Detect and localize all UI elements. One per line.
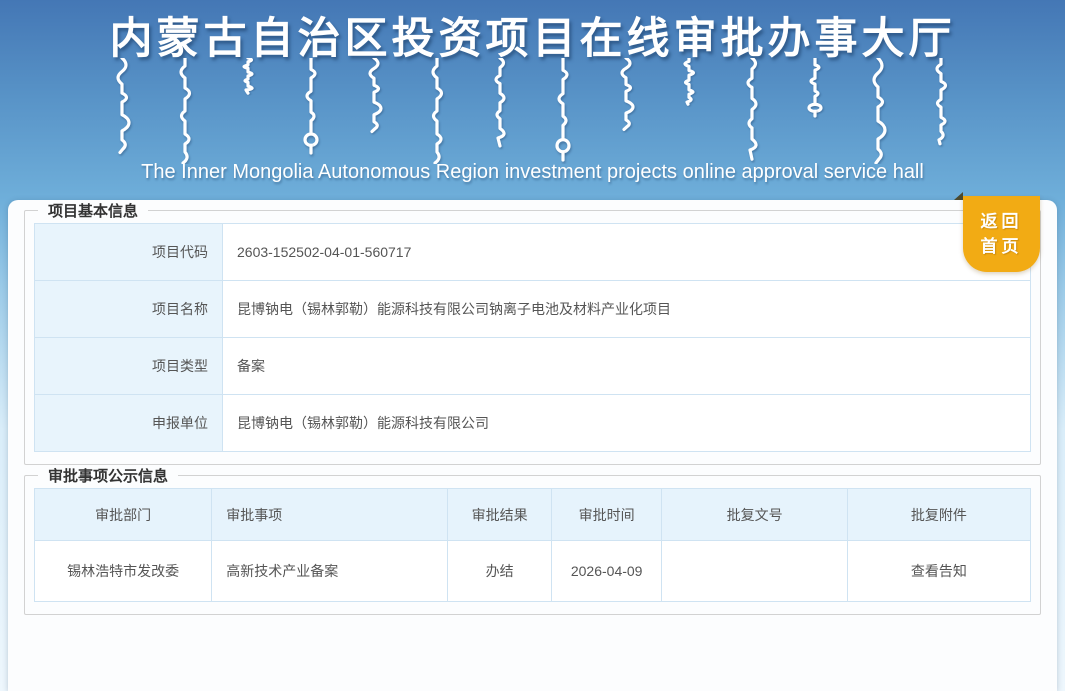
basic-info-section: 项目基本信息 项目代码 2603-152502-04-01-560717 项目名… — [24, 200, 1041, 465]
column-header-attachment: 批复附件 — [846, 488, 1032, 541]
cell-result: 办结 — [447, 540, 552, 602]
field-label-project-name: 项目名称 — [34, 280, 223, 338]
page-title: 内蒙古自治区投资项目在线审批办事大厅 — [109, 16, 956, 63]
cell-department: 锡林浩特市发改委 — [33, 540, 213, 602]
cell-time: 2026-04-09 — [550, 540, 663, 602]
table-row: 项目代码 2603-152502-04-01-560717 — [34, 223, 1031, 281]
field-label-project-type: 项目类型 — [34, 337, 223, 395]
field-value-project-type: 备案 — [222, 337, 1031, 395]
table-row: 项目类型 备案 — [34, 337, 1031, 395]
mongolian-script-icon — [0, 58, 1065, 164]
column-header-time: 审批时间 — [550, 488, 663, 541]
table-row: 项目名称 昆博钠电（锡林郭勒）能源科技有限公司钠离子电池及材料产业化项目 — [34, 280, 1031, 338]
mongolian-script-decoration — [0, 58, 1065, 164]
return-home-button[interactable]: 返回 首页 — [954, 192, 1040, 272]
column-header-result: 审批结果 — [447, 488, 552, 541]
field-label-declaring-unit: 申报单位 — [34, 394, 223, 452]
column-header-department: 审批部门 — [33, 488, 213, 541]
ribbon-fold-icon — [954, 192, 963, 200]
return-home-label-line1: 返回 — [980, 212, 1023, 231]
basic-info-table: 项目代码 2603-152502-04-01-560717 项目名称 昆博钠电（… — [34, 223, 1031, 452]
table-row: 锡林浩特市发改委 高新技术产业备案 办结 2026-04-09 查看告知 — [33, 540, 1032, 602]
field-value-project-code: 2603-152502-04-01-560717 — [222, 223, 1031, 281]
content-panel: 项目基本信息 项目代码 2603-152502-04-01-560717 项目名… — [8, 200, 1057, 691]
table-header-row: 审批部门 审批事项 审批结果 审批时间 批复文号 批复附件 — [33, 488, 1032, 541]
page-background: 内蒙古自治区投资项目在线审批办事大厅 The Inner Mongolia Au… — [0, 0, 1065, 691]
view-notice-link[interactable]: 查看告知 — [846, 540, 1032, 602]
page-subtitle: The Inner Mongolia Autonomous Region inv… — [141, 161, 924, 183]
approval-legend: 审批事项公示信息 — [48, 468, 169, 485]
basic-info-legend: 项目基本信息 — [48, 203, 139, 220]
column-header-item: 审批事项 — [211, 488, 449, 541]
return-home-label-line2: 首页 — [980, 237, 1023, 256]
approval-table: 审批部门 审批事项 审批结果 审批时间 批复文号 批复附件 锡林浩特市发改委 高… — [33, 488, 1032, 602]
table-row: 申报单位 昆博钠电（锡林郭勒）能源科技有限公司 — [34, 394, 1031, 452]
field-value-declaring-unit: 昆博钠电（锡林郭勒）能源科技有限公司 — [222, 394, 1031, 452]
column-header-doc-number: 批复文号 — [661, 488, 848, 541]
field-value-project-name: 昆博钠电（锡林郭勒）能源科技有限公司钠离子电池及材料产业化项目 — [222, 280, 1031, 338]
site-header: 内蒙古自治区投资项目在线审批办事大厅 The Inner Mongolia Au… — [0, 0, 1065, 200]
cell-doc-number — [661, 540, 848, 602]
cell-item: 高新技术产业备案 — [211, 540, 449, 602]
approval-section: 审批事项公示信息 审批部门 审批事项 审批结果 审批时间 批复文号 批复附件 锡… — [24, 465, 1041, 615]
field-label-project-code: 项目代码 — [34, 223, 223, 281]
